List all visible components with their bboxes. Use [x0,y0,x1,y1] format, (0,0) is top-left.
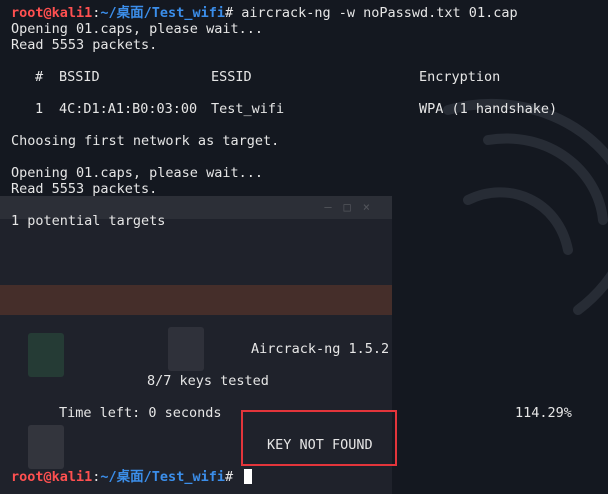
table-row-index: 1 [35,101,44,117]
final-prompt-line[interactable]: root@kali1:~/桌面/Test_wifi# [11,469,233,485]
table-header-bssid: BSSID [59,69,100,85]
table-header-index: # [35,69,44,85]
output-read-2: Read 5553 packets. [11,181,158,197]
prompt-user: root@kali1 [11,469,93,485]
text-file-icon [28,425,64,469]
table-row-essid: Test_wifi [211,101,285,117]
table-header-essid: ESSID [211,69,252,85]
prompt-path: ~/桌面/Test_wifi [100,5,225,21]
prompt-symbol: # [224,469,234,485]
output-opening-2: Opening 01.caps, please wait... [11,165,263,181]
command-text: aircrack-ng -w noPasswd.txt 01.cap [233,5,518,21]
text-cursor[interactable] [244,469,252,484]
output-targets: 1 potential targets [11,213,166,229]
table-row-encryption: WPA (1 handshake) [419,101,558,117]
output-opening-1: Opening 01.caps, please wait... [11,21,263,37]
ghost-highlight-bar [0,285,392,315]
spreadsheet-file-icon [28,333,64,377]
table-header-encryption: Encryption [419,69,501,85]
terminal-window[interactable]: –□× root@kali1:~/桌面/Test_wifi# aircrack-… [0,0,608,494]
keys-tested: 8/7 keys tested [147,373,269,389]
time-left: Time left: 0 seconds [59,405,222,421]
aircrack-version: Aircrack-ng 1.5.2 [251,341,390,357]
command-line: root@kali1:~/桌面/Test_wifi# aircrack-ng -… [11,5,518,21]
document-file-icon [168,327,204,371]
prompt-user: root@kali1 [11,5,93,21]
prompt-path: ~/桌面/Test_wifi [100,469,225,485]
key-result: KEY NOT FOUND [267,437,373,453]
output-read-1: Read 5553 packets. [11,37,158,53]
prompt-symbol: # [224,5,234,21]
kali-dragon-logo [443,98,608,315]
table-row-bssid: 4C:D1:A1:B0:03:00 [59,101,198,117]
output-choosing: Choosing first network as target. [11,133,280,149]
progress-percent: 114.29% [515,405,572,421]
window-controls-icon: –□× [324,200,382,214]
